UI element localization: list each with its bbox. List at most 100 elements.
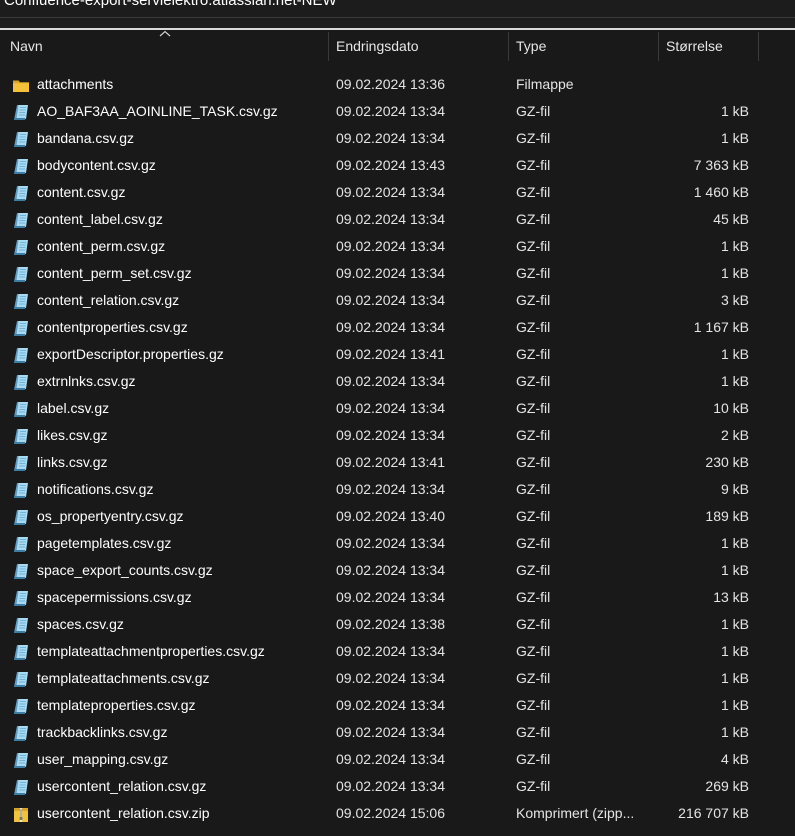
- gz-file-icon: [12, 670, 30, 687]
- file-row[interactable]: bodycontent.csv.gz 09.02.2024 13:43 GZ-fil…: [0, 152, 795, 179]
- file-type: GZ-fil: [516, 508, 551, 524]
- file-row[interactable]: content_label.csv.gz 09.02.2024 13:34 GZ-f…: [0, 206, 795, 233]
- file-row[interactable]: os_propertyentry.csv.gz 09.02.2024 13:40 G…: [0, 503, 795, 530]
- file-row[interactable]: space_export_counts.csv.gz 09.02.2024 13:…: [0, 557, 795, 584]
- file-name: templateattachmentproperties.csv.gz: [37, 643, 265, 659]
- gz-file-icon: [12, 454, 30, 471]
- file-name: exportDescriptor.properties.gz: [37, 346, 224, 362]
- gz-file-icon: [12, 616, 30, 633]
- file-modified-date: 09.02.2024 13:43: [336, 157, 445, 173]
- file-type: GZ-fil: [516, 346, 551, 362]
- file-row[interactable]: contentproperties.csv.gz 09.02.2024 13:34…: [0, 314, 795, 341]
- file-modified-date: 09.02.2024 13:34: [336, 130, 445, 146]
- file-row[interactable]: trackbacklinks.csv.gz 09.02.2024 13:34 GZ-…: [0, 719, 795, 746]
- file-row[interactable]: templateattachments.csv.gz 09.02.2024 13:…: [0, 665, 795, 692]
- file-type: Filmappe: [516, 76, 574, 92]
- file-row[interactable]: links.csv.gz 09.02.2024 13:41 GZ-fil 230 kB: [0, 449, 795, 476]
- file-row[interactable]: user_mapping.csv.gz 09.02.2024 13:34 GZ-fi…: [0, 746, 795, 773]
- file-modified-date: 09.02.2024 13:34: [336, 670, 445, 686]
- file-modified-date: 09.02.2024 13:34: [336, 562, 445, 578]
- file-row[interactable]: exportDescriptor.properties.gz 09.02.2024…: [0, 341, 795, 368]
- file-modified-date: 09.02.2024 13:34: [336, 265, 445, 281]
- file-name: AO_BAF3AA_AOINLINE_TASK.csv.gz: [37, 103, 278, 119]
- file-name: notifications.csv.gz: [37, 481, 154, 497]
- gz-file-icon: [12, 589, 30, 606]
- file-size: 269 kB: [705, 778, 749, 794]
- file-row[interactable]: bandana.csv.gz 09.02.2024 13:34 GZ-fil 1 kB: [0, 125, 795, 152]
- title-divider: [0, 17, 795, 18]
- file-size: 1 kB: [720, 562, 749, 578]
- file-modified-date: 09.02.2024 13:34: [336, 292, 445, 308]
- gz-file-icon: [12, 643, 30, 660]
- column-size-header[interactable]: Størrelse: [666, 30, 723, 62]
- gz-file-icon: [12, 211, 30, 228]
- column-divider[interactable]: [758, 32, 759, 61]
- file-modified-date: 09.02.2024 13:34: [336, 238, 445, 254]
- file-type: GZ-fil: [516, 724, 551, 740]
- file-type: GZ-fil: [516, 319, 551, 335]
- file-row[interactable]: AO_BAF3AA_AOINLINE_TASK.csv.gz 09.02.2024…: [0, 98, 795, 125]
- file-row[interactable]: content.csv.gz 09.02.2024 13:34 GZ-fil 1 46…: [0, 179, 795, 206]
- file-row[interactable]: notifications.csv.gz 09.02.2024 13:34 GZ-f…: [0, 476, 795, 503]
- file-name: attachments: [37, 76, 114, 92]
- file-row[interactable]: usercontent_relation.csv.zip 09.02.2024 1…: [0, 800, 795, 827]
- file-name: bandana.csv.gz: [37, 130, 135, 146]
- gz-file-icon: [12, 508, 30, 525]
- gz-file-icon: [12, 427, 30, 444]
- file-row[interactable]: label.csv.gz 09.02.2024 13:34 GZ-fil 10 kB: [0, 395, 795, 422]
- gz-file-icon: [12, 103, 30, 120]
- gz-file-icon: [12, 184, 30, 201]
- file-name: spacepermissions.csv.gz: [37, 589, 192, 605]
- file-row[interactable]: spacepermissions.csv.gz 09.02.2024 13:34 G…: [0, 584, 795, 611]
- file-size: 9 kB: [720, 481, 749, 497]
- file-row[interactable]: pagetemplates.csv.gz 09.02.2024 13:34 GZ-f…: [0, 530, 795, 557]
- file-modified-date: 09.02.2024 13:40: [336, 508, 445, 524]
- file-type: GZ-fil: [516, 751, 551, 767]
- gz-file-icon: [12, 724, 30, 741]
- file-size: 1 kB: [720, 535, 749, 551]
- file-row[interactable]: content_perm.csv.gz 09.02.2024 13:34 GZ-fi…: [0, 233, 795, 260]
- file-modified-date: 09.02.2024 13:34: [336, 103, 445, 119]
- file-modified-date: 09.02.2024 13:34: [336, 643, 445, 659]
- file-type: Komprimert (zipp...: [516, 805, 635, 821]
- file-name: trackbacklinks.csv.gz: [37, 724, 168, 740]
- file-row[interactable]: likes.csv.gz 09.02.2024 13:34 GZ-fil 2 kB: [0, 422, 795, 449]
- file-row[interactable]: templateproperties.csv.gz 09.02.2024 13:3…: [0, 692, 795, 719]
- file-size: 216 707 kB: [678, 805, 749, 821]
- file-row[interactable]: content_perm_set.csv.gz 09.02.2024 13:34 G…: [0, 260, 795, 287]
- column-divider[interactable]: [658, 32, 659, 61]
- sort-ascending-icon[interactable]: [159, 30, 171, 38]
- column-divider[interactable]: [328, 32, 329, 61]
- file-row[interactable]: spaces.csv.gz 09.02.2024 13:38 GZ-fil 1 kB: [0, 611, 795, 638]
- file-modified-date: 09.02.2024 13:36: [336, 76, 445, 92]
- file-type: GZ-fil: [516, 697, 551, 713]
- file-size: 1 kB: [720, 265, 749, 281]
- file-row[interactable]: attachments 09.02.2024 13:36 Filmappe: [0, 71, 795, 98]
- column-name-header[interactable]: Navn: [10, 30, 43, 62]
- gz-file-icon: [12, 697, 30, 714]
- file-modified-date: 09.02.2024 13:34: [336, 778, 445, 794]
- file-type: GZ-fil: [516, 400, 551, 416]
- column-date-header[interactable]: Endringsdato: [336, 30, 419, 62]
- file-type: GZ-fil: [516, 535, 551, 551]
- file-size: 1 460 kB: [693, 184, 749, 200]
- file-size: 1 kB: [720, 724, 749, 740]
- column-type-header[interactable]: Type: [516, 30, 546, 62]
- file-row[interactable]: templateattachmentproperties.csv.gz 09.02…: [0, 638, 795, 665]
- file-name: contentproperties.csv.gz: [37, 319, 188, 335]
- file-size: 189 kB: [705, 508, 749, 524]
- file-type: GZ-fil: [516, 778, 551, 794]
- file-row[interactable]: extrnlnks.csv.gz 09.02.2024 13:34 GZ-fil 1 …: [0, 368, 795, 395]
- file-modified-date: 09.02.2024 13:34: [336, 184, 445, 200]
- file-row[interactable]: content_relation.csv.gz 09.02.2024 13:34 G…: [0, 287, 795, 314]
- gz-file-icon: [12, 751, 30, 768]
- file-modified-date: 09.02.2024 13:34: [336, 481, 445, 497]
- file-size: 45 kB: [713, 211, 749, 227]
- column-divider[interactable]: [508, 32, 509, 61]
- file-size: 7 363 kB: [693, 157, 749, 173]
- file-size: 10 kB: [713, 400, 749, 416]
- file-row[interactable]: usercontent_relation.csv.gz 09.02.2024 13…: [0, 773, 795, 800]
- file-modified-date: 09.02.2024 13:34: [336, 400, 445, 416]
- file-size: 230 kB: [705, 454, 749, 470]
- file-name: pagetemplates.csv.gz: [37, 535, 172, 551]
